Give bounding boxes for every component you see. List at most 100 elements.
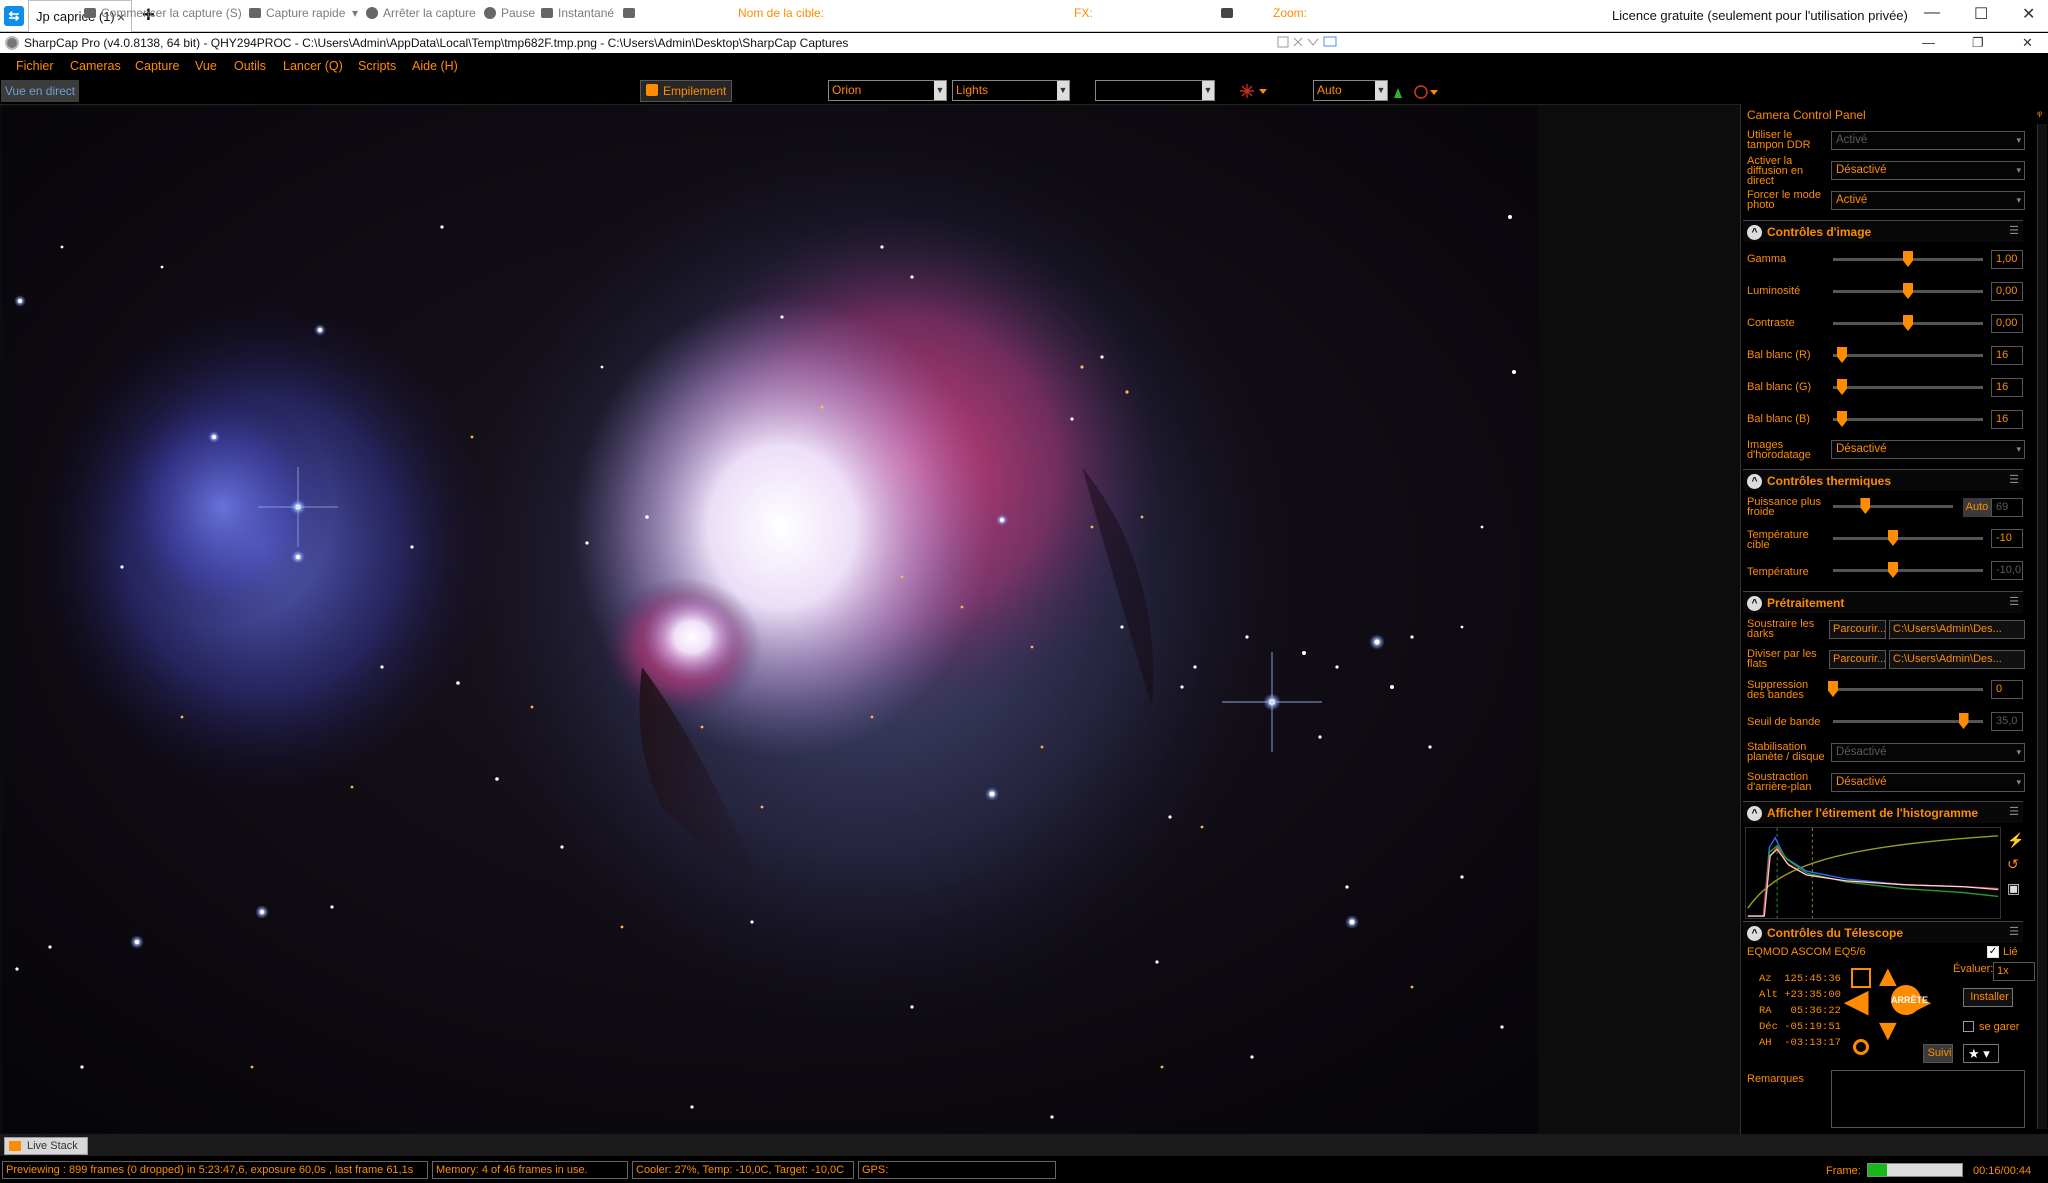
pause-button[interactable]: Pause (501, 6, 535, 20)
quick-capture-button[interactable]: Capture rapide (266, 6, 345, 20)
brightness-value[interactable]: 0,00 (1991, 282, 2023, 301)
stop-mount-button[interactable]: ARRÊTE (1891, 985, 1928, 1015)
histogram-header[interactable]: ^ Afficher l'étirement de l'histogramme … (1743, 801, 2023, 823)
collapse-icon[interactable]: ^ (1747, 596, 1762, 611)
slider-thumb[interactable] (1860, 498, 1871, 514)
gamma-slider[interactable] (1833, 251, 1983, 267)
app-minimize-icon[interactable]: — (1922, 35, 1935, 50)
contrast-value[interactable]: 0,00 (1991, 314, 2023, 333)
collapse-icon[interactable]: ^ (1747, 225, 1762, 240)
app-restore-icon[interactable]: ❐ (1972, 35, 1984, 51)
telescope-header[interactable]: ^ Contrôles du Télescope ☰ (1743, 921, 2023, 943)
collapse-icon[interactable]: ^ (1747, 474, 1762, 489)
maximize-icon[interactable]: ☐ (1974, 4, 1988, 24)
band-threshold-value[interactable]: 35,0 (1991, 712, 2023, 731)
histogram-toggle-icon[interactable] (1392, 84, 1442, 100)
stabilization-select[interactable]: Désactivé ▾ (1831, 743, 2025, 762)
menu-help[interactable]: Aide (H) (412, 59, 458, 73)
app-close-icon[interactable]: ✕ (2022, 35, 2033, 51)
start-capture-button[interactable]: Commencer la capture (S) (101, 6, 242, 20)
linked-checkbox[interactable]: ✓ (1987, 946, 1999, 958)
image-viewport[interactable] (0, 104, 1740, 1134)
notes-textarea[interactable] (1831, 1070, 2025, 1128)
ddr-buffer-select[interactable]: Activé ▾ (1831, 131, 2025, 150)
auto-stretch-icon[interactable]: ⚡ (2007, 832, 2024, 849)
save-stretch-icon[interactable]: ▣ (2007, 880, 2020, 897)
slider-thumb[interactable] (1903, 315, 1913, 331)
slider-thumb[interactable] (1828, 681, 1838, 697)
menu-capture[interactable]: Capture (135, 59, 179, 73)
center-target-icon[interactable] (1853, 1039, 1869, 1055)
section-menu-icon[interactable]: ☰ (2009, 925, 2019, 938)
section-menu-icon[interactable]: ☰ (2009, 473, 2019, 486)
cooler-auto-button[interactable]: Auto (1963, 498, 1991, 517)
park-checkbox[interactable] (1963, 1021, 1974, 1032)
frame-type-select[interactable]: Lights ▼ (952, 80, 1070, 101)
thermal-controls-header[interactable]: ^ Contrôles thermiques ☰ (1743, 469, 2023, 491)
slider-thumb[interactable] (1837, 379, 1847, 395)
flats-path-select[interactable]: C:\Users\Admin\Des... (1889, 650, 2025, 669)
cooler-power-value[interactable]: 69 (1991, 498, 2023, 517)
menu-file[interactable]: Fichier (16, 59, 54, 73)
menu-view[interactable]: Vue (195, 59, 217, 73)
stop-capture-button[interactable]: Arrêter la capture (383, 6, 476, 20)
preprocessing-header[interactable]: ^ Prétraitement ☰ (1743, 591, 2023, 613)
band-threshold-slider[interactable] (1833, 713, 1983, 729)
target-temp-slider[interactable] (1833, 530, 1983, 546)
wb-blue-slider[interactable] (1833, 411, 1983, 427)
install-button[interactable]: Installer (1963, 988, 2013, 1007)
slider-thumb[interactable] (1903, 251, 1913, 267)
zoom-select[interactable]: Auto ▼ (1313, 80, 1388, 101)
slider-thumb[interactable] (1888, 530, 1898, 546)
bg-subtraction-select[interactable]: Désactivé ▾ (1831, 773, 2025, 792)
wb-green-slider[interactable] (1833, 379, 1983, 395)
menu-scripts[interactable]: Scripts (358, 59, 396, 73)
favorites-star-icon[interactable]: ★ ▾ (1963, 1044, 1999, 1063)
fx-settings-icon[interactable] (1221, 8, 1233, 18)
reset-stretch-icon[interactable]: ↺ (2007, 856, 2019, 873)
wb-red-slider[interactable] (1833, 347, 1983, 363)
move-south-icon[interactable]: ▼ (1873, 1016, 1903, 1046)
wb-green-value[interactable]: 16 (1991, 378, 2023, 397)
slider-thumb[interactable] (1958, 713, 1969, 729)
panel-scrollbar[interactable] (2037, 124, 2047, 1129)
minimize-icon[interactable]: — (1924, 4, 1940, 22)
darks-browse-button[interactable]: Parcourir... (1829, 620, 1886, 639)
live-view-button[interactable]: Vue en direct (1, 80, 79, 102)
section-menu-icon[interactable]: ☰ (2009, 595, 2019, 608)
live-stream-select[interactable]: Désactivé ▾ (1831, 161, 2025, 180)
banding-slider[interactable] (1828, 681, 1983, 697)
quick-capture-dropdown-icon[interactable]: ▾ (352, 6, 358, 20)
close-window-icon[interactable]: ✕ (2022, 4, 2035, 24)
collapse-icon[interactable]: ^ (1747, 806, 1762, 821)
move-east-icon[interactable]: ◀ (1845, 987, 1868, 1017)
gamma-value[interactable]: 1,00 (1991, 250, 2023, 269)
display-icon[interactable] (623, 8, 635, 18)
cooler-power-slider[interactable] (1833, 498, 1953, 514)
brightness-slider[interactable] (1833, 283, 1983, 299)
fx-select[interactable]: ▼ (1095, 80, 1215, 101)
section-menu-icon[interactable]: ☰ (2009, 224, 2019, 237)
reticle-icon[interactable] (1240, 84, 1268, 98)
tracking-button[interactable]: Suivi (1923, 1044, 1953, 1063)
contrast-slider[interactable] (1833, 315, 1983, 331)
slider-thumb[interactable] (1903, 283, 1913, 299)
target-temp-value[interactable]: -10 (1991, 529, 2023, 548)
banding-value[interactable]: 0 (1991, 680, 2023, 699)
timestamp-select[interactable]: Désactivé ▾ (1831, 440, 2025, 459)
slider-thumb[interactable] (1837, 411, 1847, 427)
image-controls-header[interactable]: ^ Contrôles d'image ☰ (1743, 220, 2023, 242)
target-name-input[interactable]: Orion ▼ (828, 80, 947, 101)
section-menu-icon[interactable]: ☰ (2009, 805, 2019, 818)
menu-run[interactable]: Lancer (Q) (283, 59, 343, 73)
rate-select[interactable]: 1x (1993, 962, 2035, 981)
slider-thumb[interactable] (1837, 347, 1847, 363)
pin-icon[interactable]: ᵩ (2037, 106, 2042, 118)
flats-browse-button[interactable]: Parcourir... (1829, 650, 1886, 669)
snapshot-button[interactable]: Instantané (558, 6, 614, 20)
remote-toolbar-icons[interactable] (1276, 34, 1340, 50)
collapse-icon[interactable]: ^ (1747, 926, 1762, 941)
wb-red-value[interactable]: 16 (1991, 346, 2023, 365)
menu-cameras[interactable]: Cameras (70, 59, 121, 73)
photo-mode-select[interactable]: Activé ▾ (1831, 191, 2025, 210)
